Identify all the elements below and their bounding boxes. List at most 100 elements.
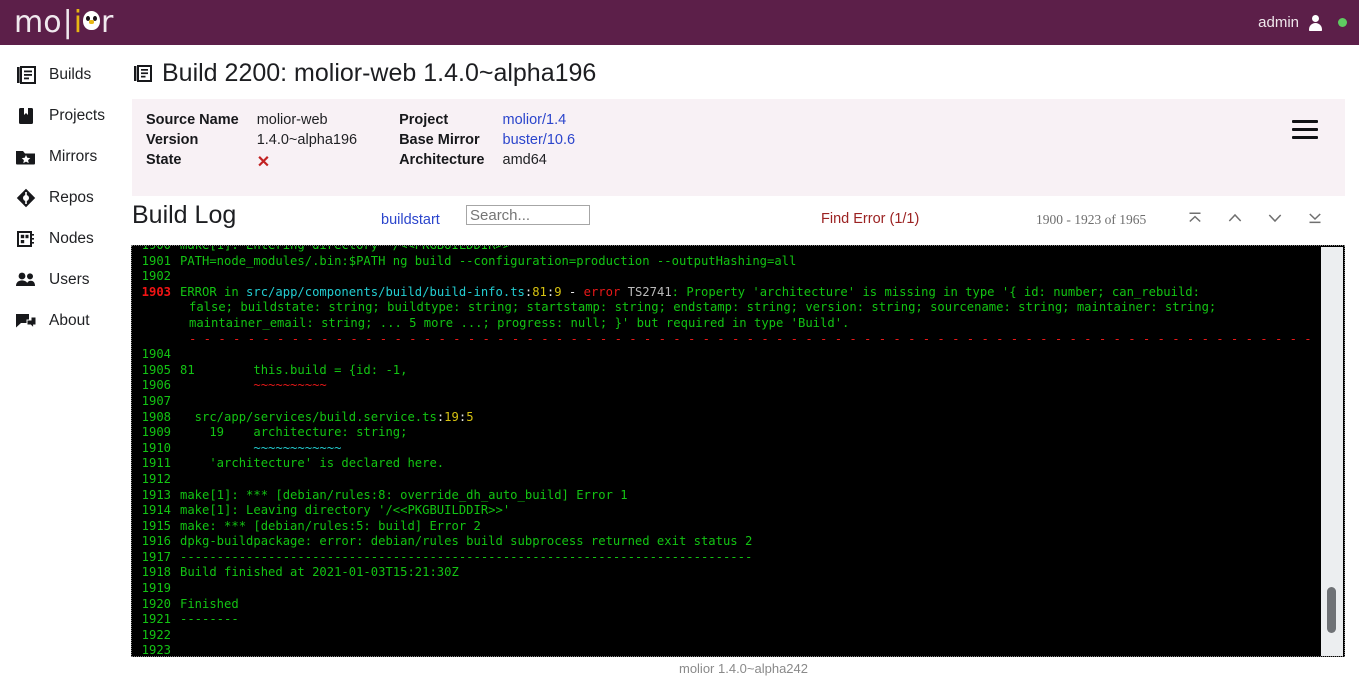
- hamburger-menu-icon[interactable]: [1292, 120, 1318, 139]
- log-line-number: 1912: [141, 471, 171, 486]
- log-scrollbar-thumb[interactable]: [1327, 587, 1336, 633]
- nodes-grid-icon: [14, 228, 38, 250]
- log-line: 1911 'architecture' is declared here.: [132, 456, 1316, 472]
- page-title: Build 2200: molior-web 1.4.0~alpha196: [133, 59, 1359, 88]
- log-line-content: make[1]: Leaving directory '/<<PKGBUILDD…: [180, 503, 511, 518]
- log-line-content: 'architecture' is declared here.: [180, 456, 445, 471]
- log-line-content: ~~~~~~~~~~~~: [180, 440, 342, 455]
- log-line-content: ~~~~~~~~~~: [180, 378, 327, 393]
- status-badge: ✕: [257, 150, 399, 174]
- log-line-number: 1914: [141, 503, 171, 518]
- sidebar-item-label: Nodes: [49, 229, 94, 247]
- info-label: Version: [146, 132, 199, 148]
- build-info-card: Source Name molior-web Project molior/1.…: [132, 99, 1345, 196]
- log-line-number: 1905: [141, 362, 171, 377]
- log-line-number: 1908: [141, 409, 171, 424]
- build-log-terminal[interactable]: 1900make[1]: Entering directory '/<<PKGB…: [131, 245, 1345, 657]
- online-status-dot: [1338, 18, 1347, 27]
- sidebar-item-label: Projects: [49, 106, 105, 124]
- failed-x-icon: ✕: [256, 154, 271, 171]
- repos-git-icon: [14, 187, 38, 209]
- sidebar-nav: Builds Projects Mirrors Repos Nodes User…: [0, 45, 128, 678]
- logo-text-r: r: [101, 4, 114, 40]
- log-line-number: 1913: [141, 487, 171, 502]
- molior-logo[interactable]: mo | i r: [14, 4, 114, 40]
- mirrors-folder-star-icon: [14, 146, 38, 168]
- footer: molior 1.4.0~alpha242: [128, 658, 1359, 678]
- base-mirror-link[interactable]: buster/10.6: [503, 130, 625, 150]
- log-error-underline: - - - - - - - - - - - - - - - - - - - - …: [189, 331, 1312, 346]
- log-line-content: ERROR in src/app/components/build/build-…: [180, 284, 1200, 299]
- logo-text-i: i: [73, 4, 83, 40]
- sidebar-item-label: Mirrors: [49, 147, 98, 165]
- footer-version-label: molior 1.4.0~alpha242: [678, 660, 808, 676]
- log-line-number: 1910: [141, 440, 171, 455]
- info-value: amd64: [502, 152, 547, 168]
- log-line: 1909 19 architecture: string;: [132, 425, 1316, 441]
- users-people-icon: [14, 269, 38, 291]
- log-line-number: 1900: [132, 246, 180, 254]
- username-label: admin: [1258, 14, 1299, 31]
- log-line: 1907: [132, 394, 1316, 410]
- log-line-number: 1917: [141, 549, 171, 564]
- info-label: Source Name: [146, 112, 239, 128]
- info-value: molior-web: [256, 112, 328, 128]
- log-line: 1908 src/app/services/build.service.ts:1…: [132, 410, 1316, 426]
- scroll-up-button[interactable]: [1224, 207, 1246, 229]
- scroll-down-button[interactable]: [1264, 207, 1286, 229]
- log-line-number: 1902: [141, 269, 171, 284]
- table-row: State ✕ Architecture amd64: [146, 150, 625, 174]
- log-line-number: 1920: [141, 596, 171, 611]
- sidebar-item-about[interactable]: About: [0, 300, 128, 341]
- log-line-content: PATH=node_modules/.bin:$PATH ng build --…: [180, 253, 797, 268]
- log-line: 1914 make[1]: Leaving directory '/<<PKGBU…: [132, 503, 1316, 519]
- build-log-toolbar: Build Log buildstart Find Error (1/1) 19…: [128, 201, 1359, 245]
- log-line-content: ----------------------------------------…: [180, 549, 753, 564]
- projects-book-icon: [14, 105, 38, 127]
- sidebar-item-label: Builds: [49, 65, 92, 83]
- log-line-content: make[1]: *** [debian/rules:8: override_d…: [180, 487, 628, 502]
- sidebar-item-projects[interactable]: Projects: [0, 95, 128, 136]
- user-menu[interactable]: admin: [1258, 0, 1347, 45]
- log-line-content: --------: [180, 612, 239, 627]
- info-label: State: [146, 152, 182, 168]
- buildstart-link[interactable]: buildstart: [381, 212, 440, 228]
- log-line-number: 1922: [141, 627, 171, 642]
- penguin-icon: [83, 10, 101, 32]
- jump-to-top-button[interactable]: [1184, 207, 1206, 229]
- log-line: 1902: [132, 269, 1316, 285]
- log-line: 1913 make[1]: *** [debian/rules:8: overri…: [132, 488, 1316, 504]
- log-line-wrapped: false; buildstate: string; buildtype: st…: [189, 300, 1217, 315]
- sidebar-item-nodes[interactable]: Nodes: [0, 218, 128, 259]
- find-error-button[interactable]: Find Error (1/1): [821, 211, 919, 227]
- log-line-number: 1907: [141, 393, 171, 408]
- sidebar-item-builds[interactable]: Builds: [0, 54, 128, 95]
- about-chat-icon: [14, 310, 38, 332]
- info-label: Architecture: [399, 152, 485, 168]
- log-line: 1912: [132, 472, 1316, 488]
- build-log-scroll-area[interactable]: 1900make[1]: Entering directory '/<<PKGB…: [132, 246, 1316, 656]
- sidebar-item-label: About: [49, 311, 90, 329]
- sidebar-item-label: Users: [49, 270, 90, 288]
- sidebar-item-users[interactable]: Users: [0, 259, 128, 300]
- log-line: 1901 PATH=node_modules/.bin:$PATH ng buil…: [132, 254, 1316, 270]
- search-input[interactable]: [466, 205, 590, 225]
- sidebar-item-mirrors[interactable]: Mirrors: [0, 136, 128, 177]
- log-line: 1922: [132, 628, 1316, 644]
- log-line: 1900make[1]: Entering directory '/<<PKGB…: [132, 246, 1316, 254]
- log-line: 1904: [132, 347, 1316, 363]
- log-scrollbar[interactable]: [1321, 247, 1343, 656]
- log-line-content: make[1]: Entering directory '/<<PKGBUILD…: [180, 246, 1316, 254]
- person-icon: [1308, 14, 1323, 31]
- sidebar-item-repos[interactable]: Repos: [0, 177, 128, 218]
- builds-icon: [14, 64, 38, 86]
- log-line: 1923: [132, 643, 1316, 656]
- log-line: 1920 Finished: [132, 597, 1316, 613]
- log-line-number: 1911: [141, 456, 171, 471]
- log-line-number: 1921: [141, 612, 171, 627]
- log-line-number: 1918: [141, 565, 171, 580]
- jump-to-bottom-button[interactable]: [1304, 207, 1326, 229]
- info-label: Project: [399, 112, 449, 128]
- project-link[interactable]: molior/1.4: [503, 110, 625, 130]
- log-line: 1917 ------------------------------------…: [132, 550, 1316, 566]
